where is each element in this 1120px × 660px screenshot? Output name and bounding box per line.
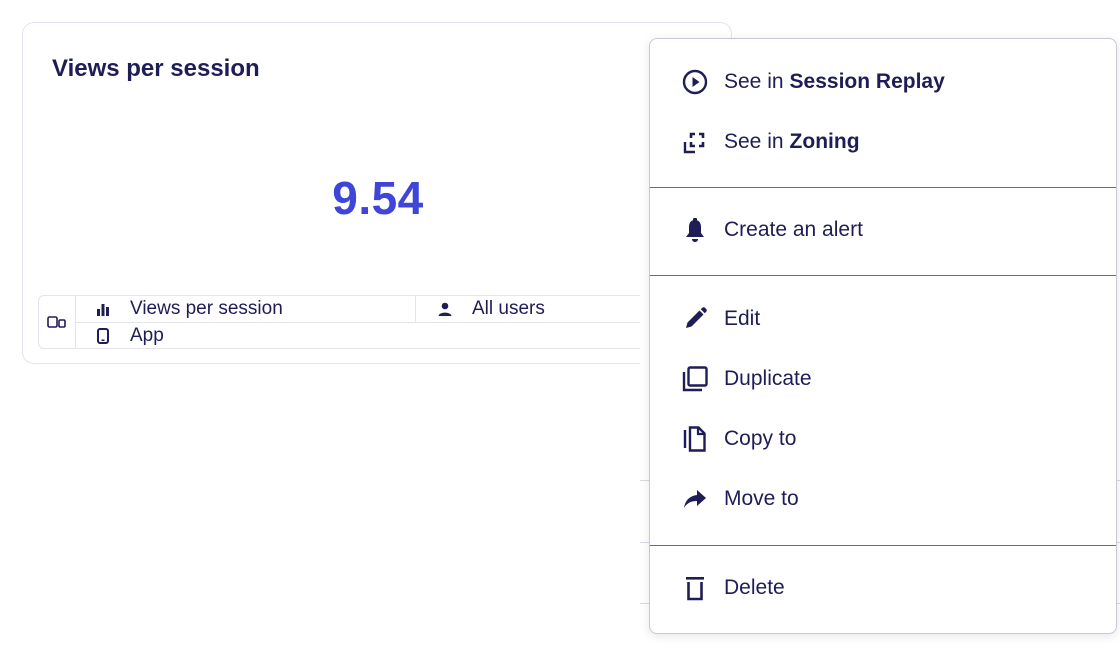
menu-item-zoning-target: Zoning xyxy=(789,130,860,153)
trash-icon xyxy=(680,573,710,603)
widget-context-menu: See in Session Replay See in Zoning Crea… xyxy=(649,38,1117,634)
metric-value: 9.54 xyxy=(332,172,424,224)
mobile-icon xyxy=(94,327,112,345)
menu-item-create-alert[interactable]: Create an alert xyxy=(650,200,1116,260)
menu-item-edit[interactable]: Edit xyxy=(650,289,1116,349)
menu-item-session-replay[interactable]: See in Session Replay xyxy=(650,52,1116,112)
meta-platform-label: App xyxy=(130,325,164,346)
devices-icon xyxy=(39,296,76,348)
widget-meta: Views per session All users App xyxy=(38,295,728,349)
copy-icon xyxy=(680,424,710,454)
meta-segment-label: All users xyxy=(472,298,545,319)
menu-item-delete[interactable]: Delete xyxy=(650,558,1116,618)
menu-item-copy-to[interactable]: Copy to xyxy=(650,409,1116,469)
menu-item-session-replay-target: Session Replay xyxy=(789,70,945,93)
meta-segment: All users xyxy=(416,296,545,322)
zoning-frame-icon xyxy=(680,127,710,157)
meta-metric-label: Views per session xyxy=(130,298,283,319)
meta-platform: App xyxy=(76,323,164,349)
share-arrow-icon xyxy=(680,484,710,514)
bar-chart-icon xyxy=(94,300,112,318)
menu-divider xyxy=(650,187,1116,188)
pencil-icon xyxy=(680,304,710,334)
play-circle-icon xyxy=(680,67,710,97)
menu-divider xyxy=(650,545,1116,546)
menu-item-zoning[interactable]: See in Zoning xyxy=(650,112,1116,172)
menu-item-duplicate[interactable]: Duplicate xyxy=(650,349,1116,409)
widget-card: Views per session 9.54 Views per session xyxy=(22,22,732,364)
duplicate-icon xyxy=(680,364,710,394)
meta-metric: Views per session xyxy=(76,296,416,322)
user-icon xyxy=(436,300,454,318)
widget-title: Views per session xyxy=(52,55,260,82)
menu-divider xyxy=(650,275,1116,276)
menu-item-move-to[interactable]: Move to xyxy=(650,469,1116,529)
bell-icon xyxy=(680,215,710,245)
